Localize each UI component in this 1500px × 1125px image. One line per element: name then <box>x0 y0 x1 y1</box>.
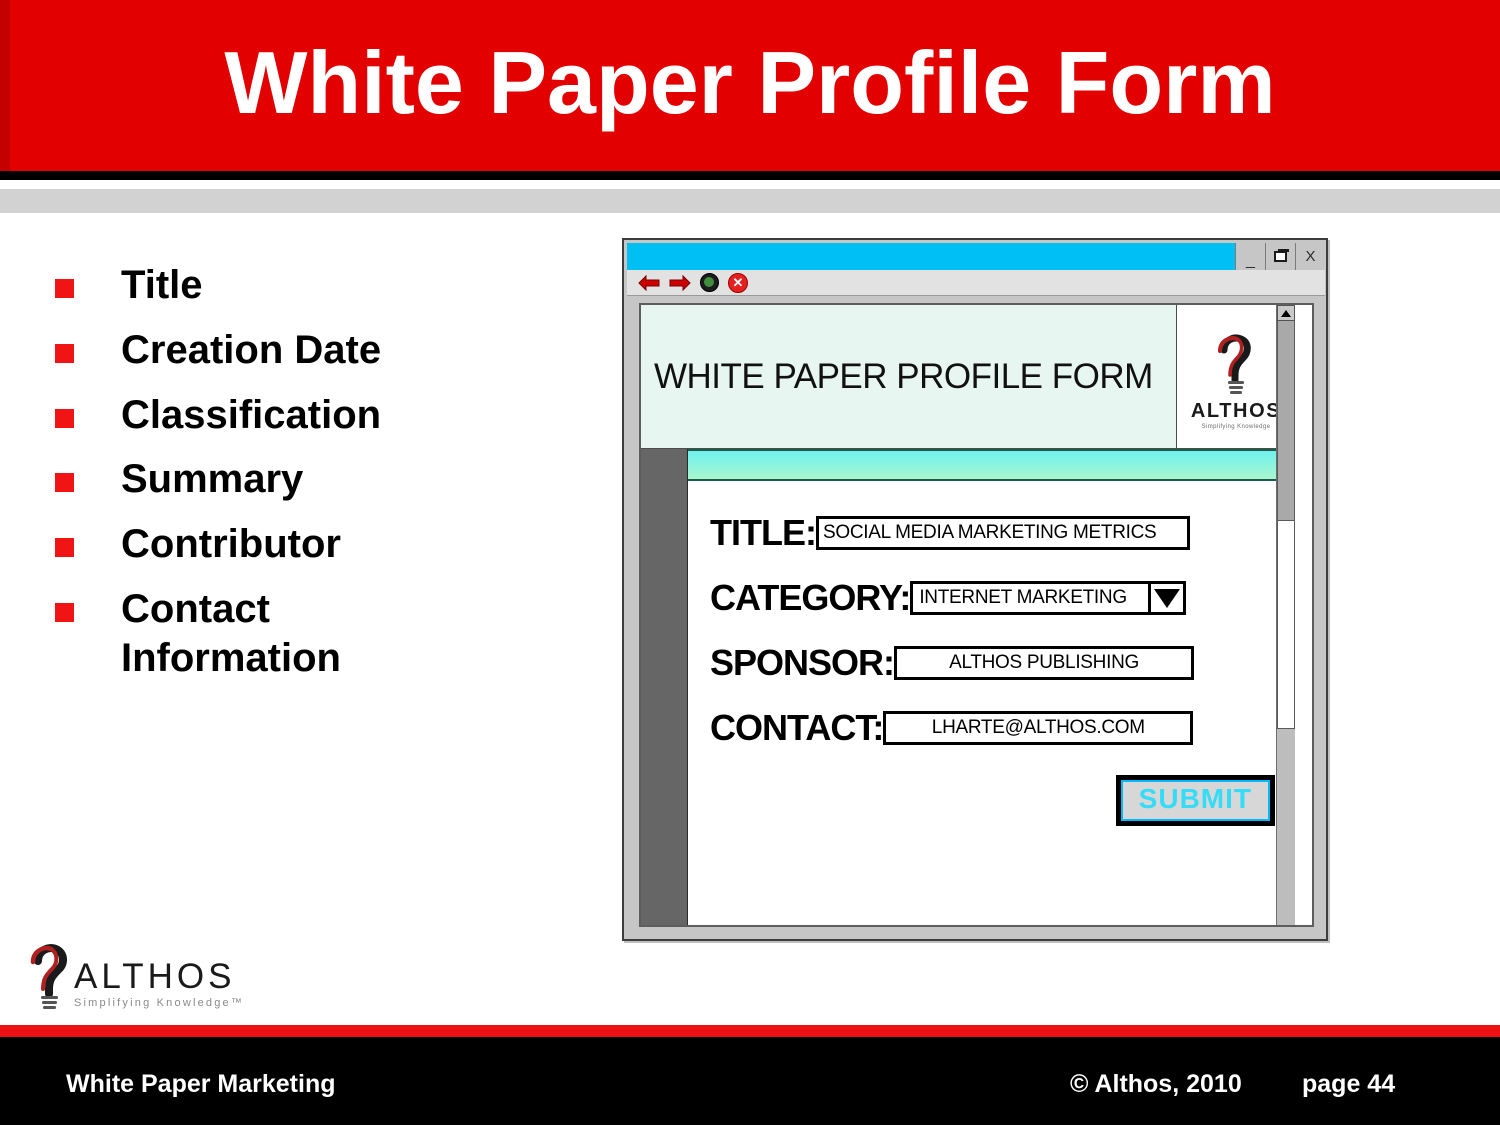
stop-icon[interactable]: ✕ <box>728 272 748 293</box>
althos-corner-logo: ALTHOS Simplifying Knowledge™ <box>22 943 244 1015</box>
category-select-value: INTERNET MARKETING <box>919 587 1127 608</box>
submit-button[interactable]: SUBMIT <box>1115 775 1275 827</box>
globe-icon[interactable] <box>700 273 719 292</box>
logo-wordmark: ALTHOS <box>1190 400 1282 422</box>
scroll-up-arrow-icon[interactable] <box>1277 305 1295 321</box>
form-header: WHITE PAPER PROFILE FORM ALTHOS Simplify… <box>641 305 1295 449</box>
submit-button-label: SUBMIT <box>1122 782 1268 820</box>
minimize-icon: _ <box>1246 252 1255 270</box>
submit-row: SUBMIT <box>688 775 1295 827</box>
minimize-button[interactable]: _ <box>1235 243 1265 270</box>
logo-tagline: Simplifying Knowledge <box>1201 424 1271 430</box>
form-title-text: WHITE PAPER PROFILE FORM <box>654 356 1153 396</box>
sponsor-field-label: SPONSOR: <box>710 642 895 683</box>
list-item: Contact Information <box>55 585 525 683</box>
category-select-value-box[interactable]: INTERNET MARKETING <box>910 581 1149 615</box>
list-item: Summary <box>55 455 525 504</box>
contact-input[interactable]: LHARTE@ALTHOS.COM <box>883 711 1194 745</box>
slide-content: Title Creation Date Classification Summa… <box>0 213 1500 1025</box>
field-row-category: CATEGORY: INTERNET MARKETING <box>688 580 1295 616</box>
form-fields: TITLE: SOCIAL MEDIA MARKETING METRICS CA… <box>688 481 1295 827</box>
category-field-label: CATEGORY: <box>710 577 911 618</box>
title-input[interactable]: SOCIAL MEDIA MARKETING METRICS <box>815 516 1190 550</box>
header-separator-band <box>0 189 1500 213</box>
list-item: Contributor <box>55 520 525 569</box>
banner-left-edge <box>0 0 10 171</box>
bullet-label: Contact Information <box>121 586 341 680</box>
corner-logo-tagline: Simplifying Knowledge™ <box>74 997 245 1009</box>
form-header-title: WHITE PAPER PROFILE FORM <box>641 305 1177 448</box>
bullet-label: Contributor <box>121 522 341 567</box>
bullet-label: Classification <box>121 392 382 437</box>
page-title: White Paper Profile Form <box>224 32 1276 132</box>
bullet-square-icon <box>55 279 74 298</box>
form-main: TITLE: SOCIAL MEDIA MARKETING METRICS CA… <box>688 449 1295 925</box>
slide-title-banner: White Paper Profile Form <box>0 0 1500 180</box>
footer-copyright: © Althos, 2010 <box>1070 1070 1242 1098</box>
field-row-title: TITLE: SOCIAL MEDIA MARKETING METRICS <box>688 515 1295 551</box>
bullet-square-icon <box>55 473 74 493</box>
footer-accent-bar <box>0 1025 1500 1037</box>
footer-page-number: page 44 <box>1302 1070 1396 1098</box>
list-item: Title <box>55 261 525 310</box>
back-arrow-icon[interactable] <box>638 274 660 292</box>
accent-gradient-band <box>688 449 1295 481</box>
category-select[interactable]: INTERNET MARKETING <box>910 581 1187 615</box>
scrollbar-track[interactable] <box>1277 521 1295 729</box>
field-row-sponsor: SPONSOR: ALTHOS PUBLISHING <box>688 645 1295 681</box>
althos-question-mark-icon <box>1218 334 1251 394</box>
forward-arrow-icon[interactable] <box>669 274 691 292</box>
bullet-label: Title <box>121 263 203 307</box>
althos-question-mark-icon <box>30 944 67 1009</box>
bullet-square-icon <box>55 602 74 622</box>
title-input-value: SOCIAL MEDIA MARKETING METRICS <box>822 522 1157 543</box>
browser-viewport: WHITE PAPER PROFILE FORM ALTHOS Simplify… <box>639 303 1314 927</box>
browser-window: _ X ✕ WHITE PAPER PROFILE FORM ALTHOS Si… <box>622 238 1328 941</box>
bullet-label: Summary <box>121 457 304 502</box>
maximize-icon <box>1274 249 1289 262</box>
contact-input-value: LHARTE@ALTHOS.COM <box>931 717 1145 738</box>
page-sidebar-strip <box>641 449 688 925</box>
corner-logo-wordmark: ALTHOS <box>74 957 236 996</box>
scrollbar-thumb[interactable] <box>1277 321 1295 521</box>
vertical-scrollbar[interactable] <box>1276 305 1295 925</box>
bullet-square-icon <box>55 343 74 363</box>
corner-logo-text: ALTHOS Simplifying Knowledge™ <box>74 959 244 1015</box>
bullet-square-icon <box>55 538 74 558</box>
form-body: TITLE: SOCIAL MEDIA MARKETING METRICS CA… <box>641 449 1295 925</box>
window-titlebar: _ X <box>627 243 1325 270</box>
bullet-list: Title Creation Date Classification Summa… <box>55 261 525 699</box>
sponsor-input[interactable]: ALTHOS PUBLISHING <box>894 646 1195 680</box>
list-item: Creation Date <box>55 326 525 375</box>
contact-field-label: CONTACT: <box>710 707 884 748</box>
field-row-contact: CONTACT: LHARTE@ALTHOS.COM <box>688 710 1295 746</box>
title-field-label: TITLE: <box>710 512 817 553</box>
sponsor-input-value: ALTHOS PUBLISHING <box>949 652 1139 673</box>
browser-toolbar: ✕ <box>627 270 1325 296</box>
maximize-button[interactable] <box>1265 243 1295 270</box>
footer-course-title: White Paper Marketing <box>66 1070 336 1098</box>
web-page: WHITE PAPER PROFILE FORM ALTHOS Simplify… <box>641 305 1295 925</box>
close-button[interactable]: X <box>1295 243 1325 270</box>
chevron-down-icon[interactable] <box>1148 581 1187 615</box>
close-icon: X <box>1305 248 1316 265</box>
list-item: Classification <box>55 391 525 440</box>
bullet-square-icon <box>55 408 74 428</box>
slide-footer: White Paper Marketing © Althos, 2010 pag… <box>0 1037 1500 1125</box>
bullet-label: Creation Date <box>121 327 382 372</box>
